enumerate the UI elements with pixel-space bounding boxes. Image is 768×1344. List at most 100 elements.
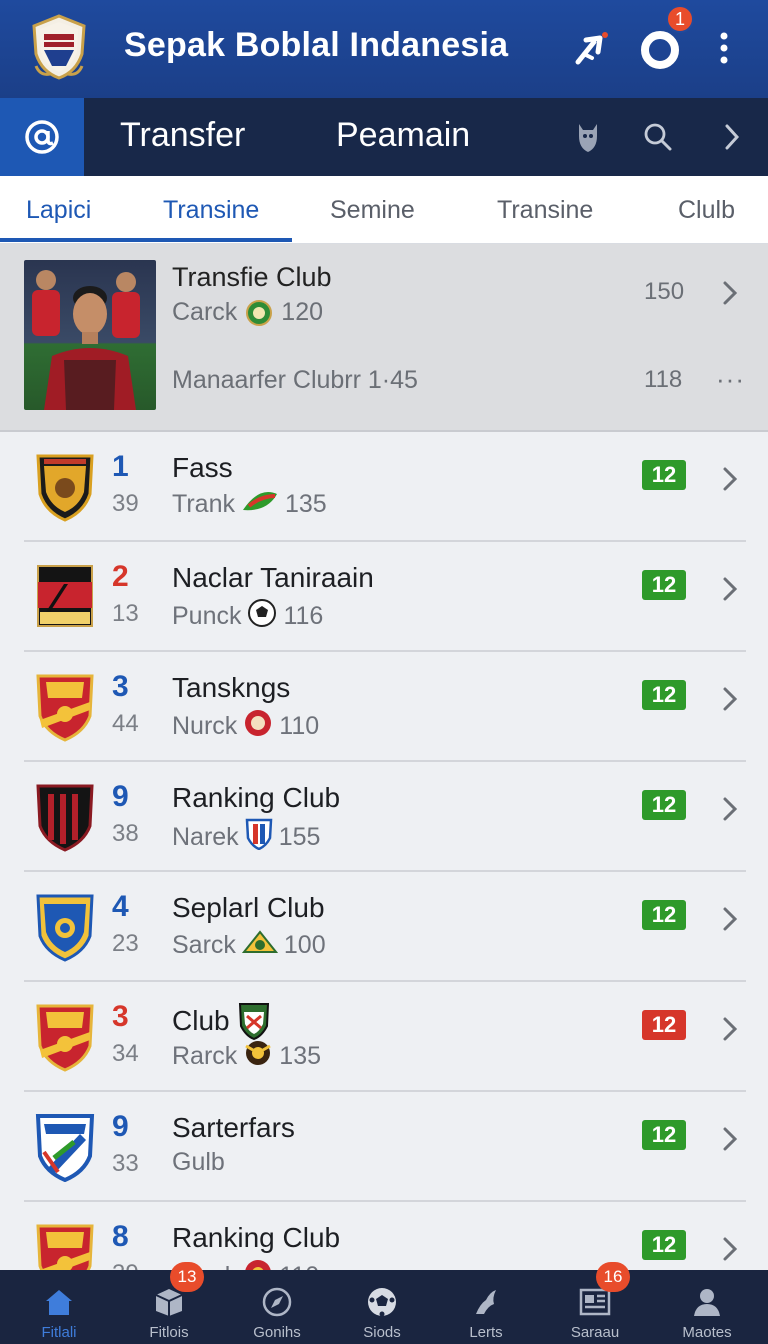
trophy-icon — [466, 1284, 506, 1320]
at-icon[interactable] — [0, 98, 84, 176]
tab-lapici[interactable]: Lapici — [26, 196, 91, 225]
rank-number: 9 — [112, 1110, 129, 1143]
club-row[interactable]: 4 23 Seplarl Club Sarck 100 12 — [0, 872, 768, 982]
nav-item-profile[interactable]: Maotes — [652, 1270, 762, 1344]
rank-number: 2 — [112, 560, 129, 593]
section-tab-players[interactable]: Peamain — [336, 116, 470, 155]
rank-number: 9 — [112, 780, 129, 813]
chevron-right-icon[interactable] — [720, 574, 740, 609]
more-horizontal-icon[interactable]: ··· — [716, 364, 745, 395]
more-vertical-icon[interactable] — [702, 26, 746, 70]
club-subline: Gulb — [172, 1148, 231, 1177]
share-icon[interactable] — [570, 26, 614, 70]
ball-icon — [362, 1284, 402, 1320]
club-crest-icon — [37, 565, 93, 627]
notifications-icon[interactable] — [638, 26, 682, 70]
club-crest-icon — [36, 1004, 94, 1072]
app-title: Sepak Boblal Indanesia — [124, 26, 509, 64]
club-row[interactable]: 1 39 Fass Trank 135 12 — [0, 432, 768, 542]
club-crest-icon — [36, 674, 94, 742]
club-name: Ranking Club — [172, 782, 341, 813]
nav-item-home[interactable]: Fitlali — [4, 1270, 114, 1344]
chevron-right-icon[interactable] — [720, 1014, 740, 1049]
featured-value-bottom: 118 — [644, 366, 683, 393]
club-mini-emblem-icon — [245, 818, 273, 857]
nav-item-compass[interactable]: Gonihs — [222, 1270, 332, 1344]
chevron-right-icon[interactable] — [720, 684, 740, 719]
club-mini-emblem-icon — [241, 928, 278, 963]
club-sub-value: 100 — [283, 931, 326, 959]
featured-meta: Manaarfer Clubrr 1·45 — [172, 366, 418, 394]
chevron-right-icon[interactable] — [720, 278, 740, 313]
featured-subtitle: Carck 120 — [172, 298, 323, 327]
club-emblem-icon — [246, 299, 273, 326]
club-mini-emblem-icon — [243, 708, 273, 745]
club-name: Sarterfars — [172, 1112, 295, 1143]
club-name-wrap: Naclar Taniraain — [172, 562, 374, 594]
nav-item-news[interactable]: Saraau 16 — [540, 1262, 650, 1344]
mascot-icon[interactable] — [566, 115, 610, 159]
club-crest-icon — [35, 1114, 95, 1182]
nav-label: Siods — [363, 1324, 401, 1341]
chevron-right-icon[interactable] — [720, 794, 740, 829]
club-sub-value: 135 — [284, 490, 327, 518]
club-sub-label: Gulb — [172, 1148, 225, 1176]
rank-sub-number: 34 — [112, 1040, 139, 1067]
section-bar: Transfer Peamain — [0, 98, 768, 176]
nav-label: Maotes — [682, 1324, 732, 1341]
points-badge: 12 — [642, 900, 686, 930]
profile-icon — [687, 1284, 727, 1320]
club-sub-label: Sarck — [172, 931, 236, 959]
category-tabs: Lapici Transine Semine Transine Clulb — [0, 176, 768, 244]
federation-logo[interactable] — [30, 14, 88, 80]
club-name-wrap: Tanskngs — [172, 672, 290, 704]
rank-sub-number: 39 — [112, 490, 139, 517]
featured-transfer-card[interactable]: Transfie Club Carck 120 Manaarfer Clubrr… — [0, 244, 768, 432]
nav-label: Fitlois — [149, 1324, 189, 1341]
compass-icon — [257, 1284, 297, 1320]
club-row[interactable]: 2 13 Naclar Taniraain Punck 116 12 — [0, 542, 768, 652]
nav-item-ball[interactable]: Siods — [327, 1270, 437, 1344]
club-row[interactable]: 3 34 Club Rarck 135 12 — [0, 982, 768, 1092]
club-name-wrap: Club — [172, 1002, 270, 1040]
chevron-right-icon[interactable] — [720, 1124, 740, 1159]
tab-transine-active[interactable]: Transine — [163, 196, 259, 225]
notification-badge: 1 — [666, 5, 694, 33]
rank-sub-number: 13 — [112, 600, 139, 627]
rank-sub-number: 38 — [112, 820, 139, 847]
featured-sub-value: 120 — [281, 298, 324, 326]
club-sub-label: Trank — [172, 490, 235, 518]
club-name: Tanskngs — [172, 672, 291, 703]
app-bar: Sepak Boblal Indanesia 1 — [0, 0, 768, 98]
rank-sub-number: 44 — [112, 710, 139, 737]
points-badge: 12 — [642, 790, 686, 820]
tab-transine[interactable]: Transine — [497, 196, 593, 225]
club-name: Seplarl Club — [172, 892, 325, 923]
section-tab-transfer[interactable]: Transfer — [120, 116, 245, 155]
club-subline: Narek 155 — [172, 818, 320, 857]
club-sub-label: Punck — [172, 602, 242, 630]
nav-label: Fitlali — [41, 1324, 77, 1341]
search-icon[interactable] — [636, 115, 680, 159]
featured-value-top: 150 — [644, 278, 685, 305]
points-badge: 12 — [642, 1230, 686, 1260]
tab-club[interactable]: Clulb — [678, 196, 735, 225]
club-subline: Sarck 100 — [172, 928, 326, 963]
club-name: Naclar Taniraain — [172, 562, 374, 593]
club-row[interactable]: 9 38 Ranking Club Narek 155 12 — [0, 762, 768, 872]
club-ranking-list: 1 39 Fass Trank 135 12 2 13 Naclar Taniraain Punc… — [0, 432, 768, 1312]
chevron-right-icon[interactable] — [720, 1234, 740, 1269]
nav-label: Lerts — [469, 1324, 503, 1341]
bottom-navigation: Fitlali Fitlois 13 Gonihs Siods Lerts Saraau 16… — [0, 1262, 768, 1344]
nav-label: Gonihs — [253, 1324, 301, 1341]
nav-item-trophy[interactable]: Lerts — [431, 1270, 541, 1344]
chevron-right-icon[interactable] — [720, 904, 740, 939]
nav-item-box[interactable]: Fitlois 13 — [114, 1262, 224, 1344]
chevron-right-icon[interactable] — [710, 115, 754, 159]
club-sub-value: 135 — [279, 1042, 322, 1070]
club-row[interactable]: 9 33 Sarterfars Gulb 12 — [0, 1092, 768, 1202]
chevron-right-icon[interactable] — [720, 464, 740, 499]
club-sub-label: Nurck — [172, 712, 238, 740]
club-row[interactable]: 3 44 Tanskngs Nurck 110 12 — [0, 652, 768, 762]
tab-semine[interactable]: Semine — [330, 196, 415, 225]
